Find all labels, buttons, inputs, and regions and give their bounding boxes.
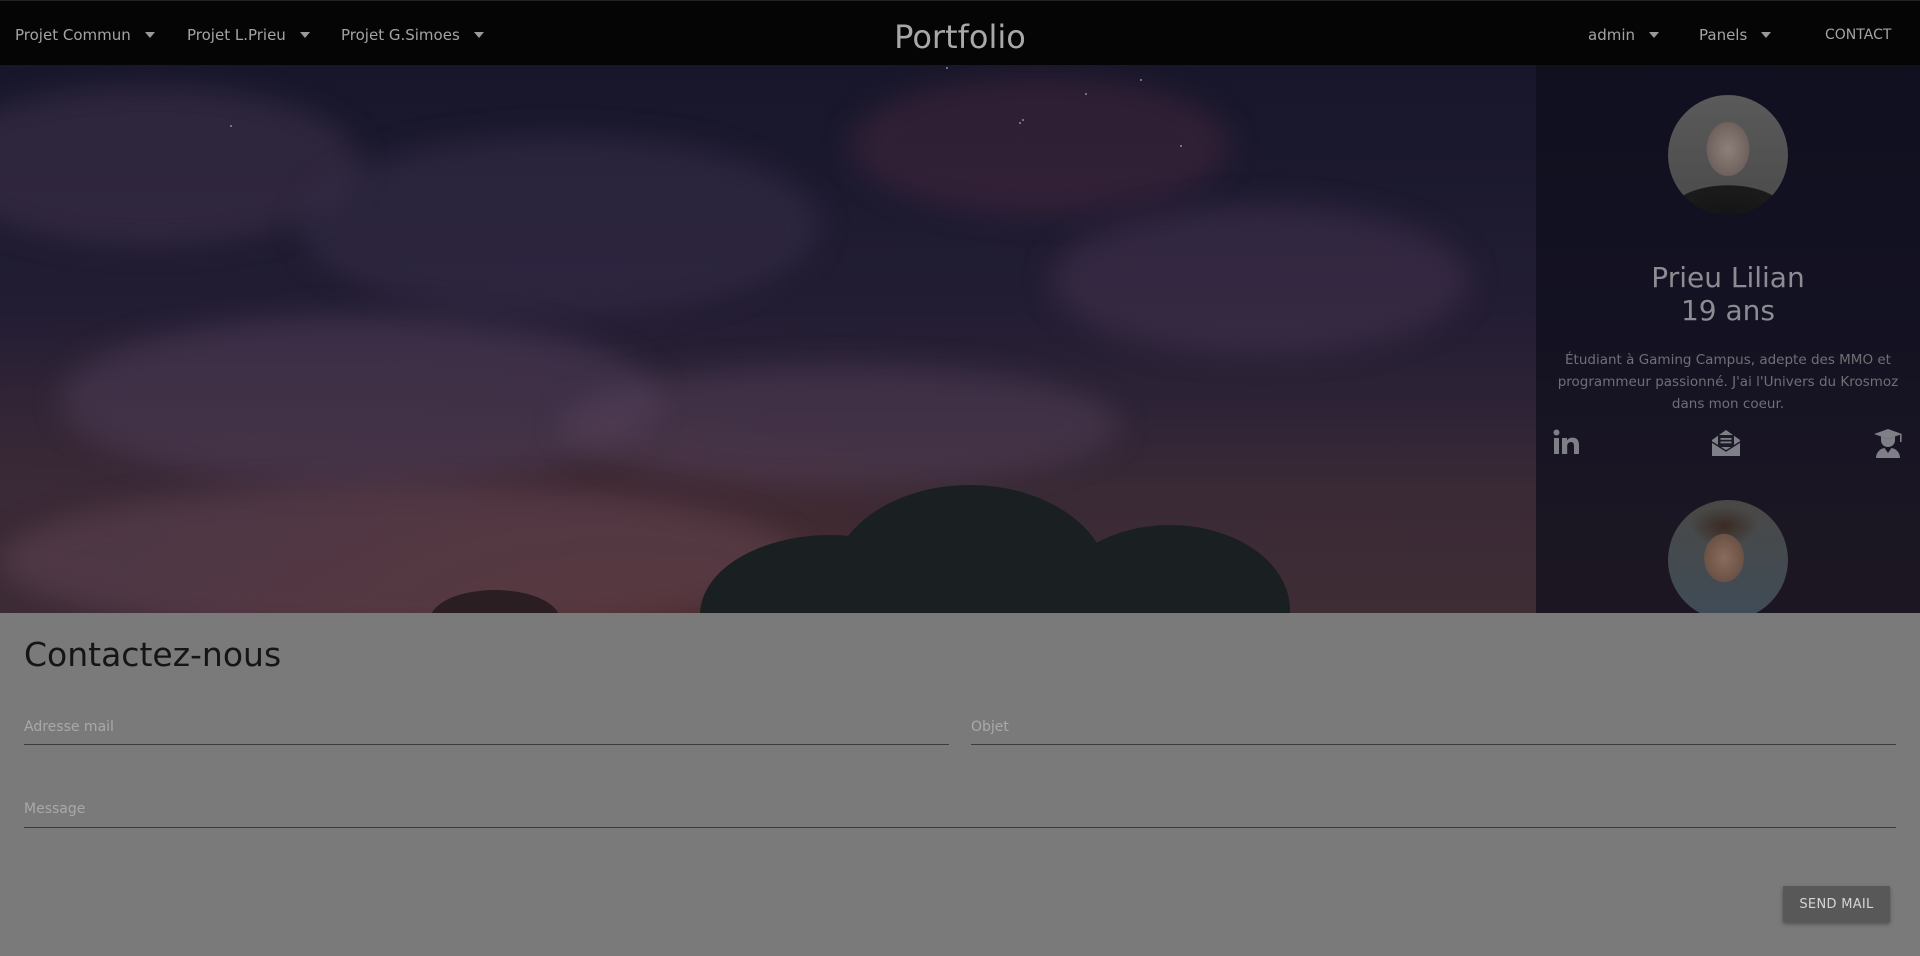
contact-link[interactable]: CONTACT xyxy=(1825,25,1891,45)
profile-card: Prieu Lilian 19 ans Étudiant à Gaming Ca… xyxy=(1536,65,1920,613)
send-mail-button[interactable]: SEND MAIL xyxy=(1783,886,1890,922)
message-field[interactable] xyxy=(24,793,1896,827)
nav-dropdown-projet-lprieu[interactable]: Projet L.Prieu xyxy=(187,25,310,45)
star xyxy=(1022,119,1024,121)
star xyxy=(230,125,232,127)
graduate-icon[interactable] xyxy=(1872,427,1904,459)
nav-dropdown-label: Panels xyxy=(1699,26,1748,44)
background-cloud xyxy=(560,365,1120,485)
avatar xyxy=(1668,95,1788,215)
star xyxy=(1019,122,1021,124)
caret-down-icon xyxy=(299,32,310,38)
contact-section: Contactez-nous SEND MAIL xyxy=(0,613,1920,956)
star xyxy=(1180,145,1182,147)
caret-down-icon xyxy=(1761,32,1772,38)
brand-title[interactable]: Portfolio xyxy=(894,18,1026,56)
background-cloud xyxy=(60,315,660,485)
background-cloud xyxy=(850,75,1230,215)
profile-bio: Étudiant à Gaming Campus, adepte des MMO… xyxy=(1557,352,1899,412)
nav-dropdown-projet-gsimoes[interactable]: Projet G.Simoes xyxy=(341,25,484,45)
star xyxy=(946,67,948,69)
email-field-wrapper xyxy=(24,710,949,745)
background-cloud xyxy=(0,485,800,613)
background-cloud xyxy=(1050,205,1470,355)
nav-dropdown-admin[interactable]: admin xyxy=(1588,25,1659,45)
nav-dropdown-panels[interactable]: Panels xyxy=(1699,25,1772,45)
nav-dropdown-label: Projet L.Prieu xyxy=(187,26,286,44)
envelope-open-icon[interactable] xyxy=(1710,427,1742,459)
avatar xyxy=(1668,500,1788,613)
nav-dropdown-label: Projet Commun xyxy=(15,26,131,44)
top-navbar: Projet Commun Projet L.Prieu Projet G.Si… xyxy=(0,0,1920,65)
profile-name: Prieu Lilian xyxy=(1651,261,1805,294)
caret-down-icon xyxy=(144,32,155,38)
caret-down-icon xyxy=(473,32,484,38)
profile-age: 19 ans xyxy=(1680,294,1776,327)
star xyxy=(1085,93,1087,95)
nav-dropdown-label: Projet G.Simoes xyxy=(341,26,460,44)
star xyxy=(1140,79,1142,81)
linkedin-icon[interactable] xyxy=(1552,427,1584,459)
hero-banner: Prieu Lilian 19 ans Étudiant à Gaming Ca… xyxy=(0,65,1920,613)
subject-field[interactable] xyxy=(971,710,1896,744)
message-field-wrapper xyxy=(24,793,1896,828)
caret-down-icon xyxy=(1649,32,1659,38)
email-field[interactable] xyxy=(24,710,949,744)
contact-title: Contactez-nous xyxy=(24,635,282,674)
nav-dropdown-projet-commun[interactable]: Projet Commun xyxy=(15,25,155,45)
subject-field-wrapper xyxy=(971,710,1896,745)
nav-dropdown-label: admin xyxy=(1588,26,1635,44)
background-cloud xyxy=(300,135,820,315)
